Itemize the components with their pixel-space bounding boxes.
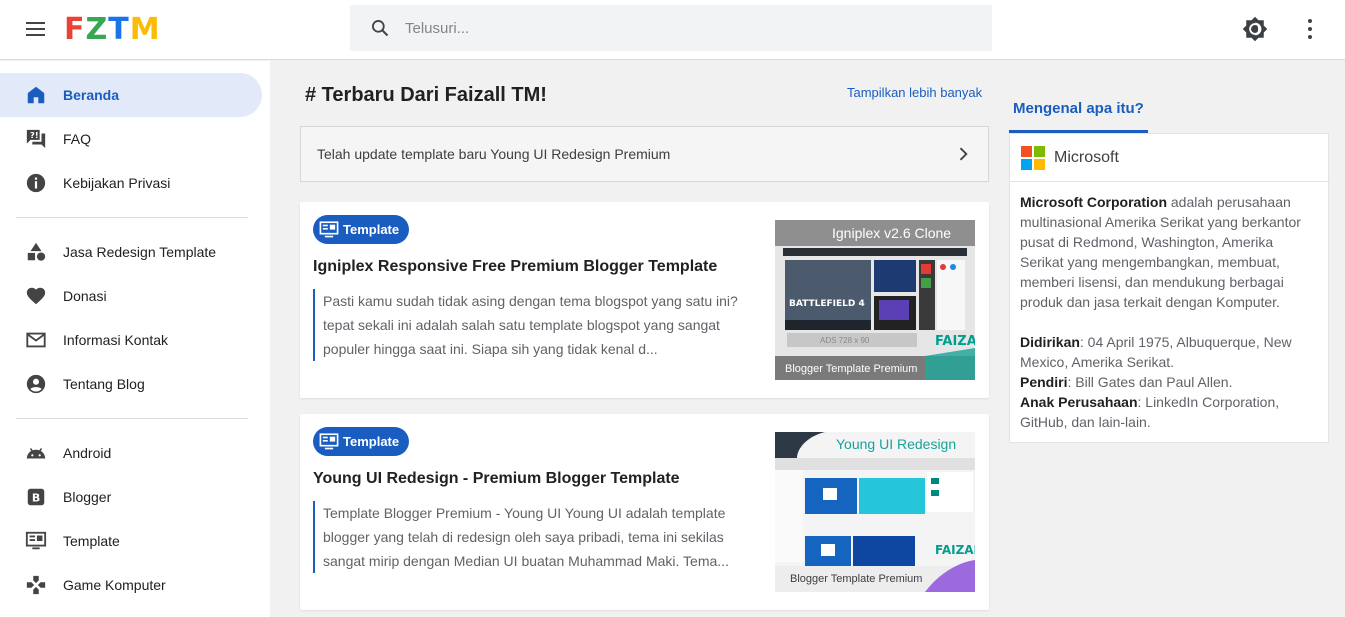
thumbnail-heading: Igniplex v2.6 Clone	[832, 225, 951, 241]
sidebar-item-tentang-blog[interactable]: Tentang Blog	[0, 362, 262, 406]
fact-value: : Bill Gates dan Paul Allen.	[1067, 374, 1233, 390]
widget-body: Microsoft Corporation adalah perusahaan …	[1020, 192, 1320, 432]
logo-letter-t: T	[108, 11, 130, 47]
fact-label: Didirikan	[1020, 334, 1080, 350]
section-title: # Terbaru Dari Faizall TM!	[305, 84, 547, 106]
svg-text:?!: ?!	[30, 130, 39, 140]
heart-icon	[26, 287, 46, 305]
sidebar-item-template[interactable]: Template	[0, 519, 262, 563]
widget-title: Microsoft	[1054, 149, 1119, 166]
more-options-icon[interactable]	[1300, 18, 1320, 40]
android-icon	[26, 448, 46, 459]
knowledge-widget: Microsoft Microsoft Corporation adalah p…	[1009, 133, 1330, 443]
sidebar-item-faq[interactable]: ?! FAQ	[0, 117, 262, 161]
sidebar-item-beranda[interactable]: Beranda	[0, 73, 262, 117]
post-title[interactable]: Young UI Redesign - Premium Blogger Temp…	[313, 470, 680, 488]
mail-icon	[26, 332, 46, 348]
post-thumbnail[interactable]: Igniplex v2.6 Clone BATTLEFIELD 4 ADS 72…	[775, 220, 975, 380]
logo-letter-m: M	[129, 11, 161, 47]
faq-icon: ?!	[26, 129, 46, 149]
sidebar-item-label: Informasi Kontak	[63, 332, 169, 348]
sidebar-item-game-komputer[interactable]: Game Komputer	[0, 563, 262, 607]
badge-label: Template	[343, 434, 400, 449]
sidebar-item-blogger[interactable]: B Blogger	[0, 475, 262, 519]
gamepad-icon	[26, 575, 46, 595]
post-thumbnail[interactable]: Young UI Redesign FAIZALL Blogger Templa…	[775, 432, 975, 592]
logo-letter-z: Z	[85, 11, 109, 47]
sidebar-item-android[interactable]: Android	[0, 431, 262, 475]
category-badge[interactable]: Template	[313, 427, 410, 456]
search-input[interactable]	[405, 5, 965, 51]
intro-text: adalah perusahaan multinasional Amerika …	[1020, 194, 1301, 310]
fact-label: Pendiri	[1020, 374, 1068, 390]
search-icon[interactable]	[370, 18, 390, 38]
info-icon	[26, 173, 46, 193]
post-excerpt: Template Blogger Premium - Young UI Youn…	[313, 501, 753, 573]
chevron-right-icon	[959, 147, 968, 161]
thumbnail-heading: Young UI Redesign	[836, 436, 956, 452]
sidebar-item-label: Game Komputer	[63, 577, 166, 593]
category-badge[interactable]: Template	[313, 215, 410, 244]
sidebar-item-label: Beranda	[63, 87, 120, 103]
microsoft-logo-icon	[1021, 146, 1045, 170]
top-app-bar: F Z T M	[0, 0, 1345, 60]
update-notice[interactable]: Telah update template baru Young UI Rede…	[300, 126, 989, 182]
thumbnail-footer: Blogger Template Premium	[790, 573, 922, 585]
home-icon	[27, 86, 45, 104]
sidebar-divider	[16, 418, 248, 419]
widget-header: Microsoft	[1010, 134, 1330, 182]
badge-label: Template	[343, 222, 400, 237]
sidebar-item-label: Donasi	[63, 288, 107, 304]
post-excerpt: Pasti kamu sudah tidak asing dengan tema…	[313, 289, 753, 361]
navigation-drawer: Beranda ?! FAQ Kebijakan Privasi Jasa Re…	[0, 61, 270, 617]
search-bar	[350, 5, 992, 51]
update-notice-text: Telah update template baru Young UI Rede…	[317, 146, 671, 162]
dark-mode-toggle-icon[interactable]	[1241, 15, 1269, 43]
sidebar-item-informasi-kontak[interactable]: Informasi Kontak	[0, 318, 262, 362]
svg-text:B: B	[32, 492, 40, 505]
sidebar-item-label: FAQ	[63, 131, 92, 147]
thumbnail-footer: Blogger Template Premium	[785, 363, 917, 375]
sidebar-item-label: Tentang Blog	[63, 376, 145, 392]
logo-letter-f: F	[64, 11, 86, 47]
sidebar-divider	[16, 217, 248, 218]
thumbnail-game-title: BATTLEFIELD 4	[789, 299, 865, 309]
intro-bold: Microsoft Corporation	[1020, 194, 1167, 210]
monitor-icon	[319, 220, 339, 237]
post-card: Template Young UI Redesign - Premium Blo…	[300, 414, 989, 610]
sidebar-item-label: Template	[63, 533, 120, 549]
account-circle-icon	[26, 374, 46, 394]
post-title[interactable]: Igniplex Responsive Free Premium Blogger…	[313, 258, 717, 276]
hamburger-menu-icon[interactable]	[24, 17, 48, 41]
sidebar-item-label: Blogger	[63, 489, 112, 505]
sidebar-item-label: Jasa Redesign Template	[63, 244, 217, 260]
widget-tab[interactable]: Mengenal apa itu?	[1009, 96, 1148, 133]
sidebar-item-label: Kebijakan Privasi	[63, 175, 171, 191]
sidebar-item-donasi[interactable]: Donasi	[0, 274, 262, 318]
shapes-icon	[27, 242, 46, 261]
thumbnail-brand: FAIZALL	[935, 543, 975, 557]
sidebar-item-label: Android	[63, 445, 112, 461]
thumbnail-brand: FAIZALL	[935, 334, 975, 349]
fact-label: Anak Perusahaan	[1020, 394, 1138, 410]
widget-tab-label: Mengenal apa itu?	[1013, 100, 1144, 117]
site-logo[interactable]: F Z T M	[64, 11, 161, 47]
thumbnail-ads-placeholder: ADS 728 x 90	[820, 336, 870, 345]
monitor-icon	[25, 531, 47, 550]
blogger-icon: B	[27, 488, 45, 506]
sidebar-item-jasa-redesign-template[interactable]: Jasa Redesign Template	[0, 230, 262, 274]
sidebar-item-kebijakan-privasi[interactable]: Kebijakan Privasi	[0, 161, 262, 205]
post-card: Template Igniplex Responsive Free Premiu…	[300, 202, 989, 398]
show-more-link[interactable]: Tampilkan lebih banyak	[847, 85, 982, 100]
monitor-icon	[319, 432, 339, 449]
